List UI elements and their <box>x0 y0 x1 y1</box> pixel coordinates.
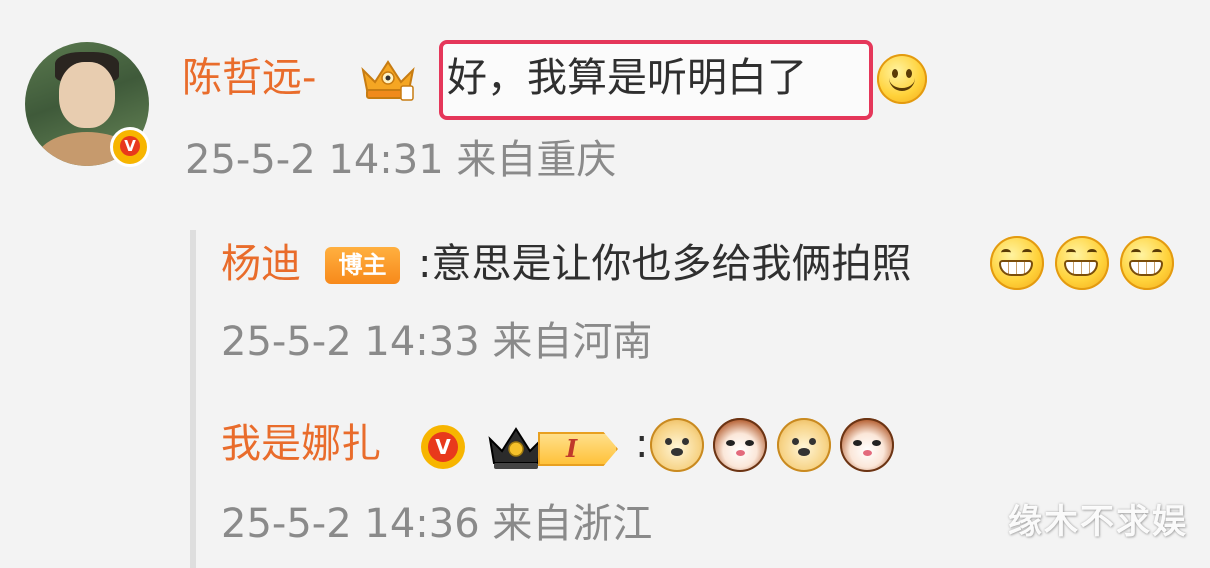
crown-icon <box>361 60 415 101</box>
host-badge: 博主 <box>325 247 400 284</box>
reply-thread-bar <box>190 230 196 568</box>
reply-text: : <box>635 421 649 467</box>
watermark: 缘木不求娱 <box>1008 502 1188 542</box>
grin-emoji-icon <box>1055 236 1109 290</box>
reply-text: :意思是让你也多给我俩拍照 <box>418 241 912 287</box>
reply-meta: 25-5-2 14:36 来自浙江 <box>221 501 653 547</box>
dog-emoji-icon <box>650 418 704 472</box>
main-comment-text: 好，我算是听明白了 <box>447 55 807 101</box>
dog-emoji-icon <box>777 418 831 472</box>
reply-username[interactable]: 我是娜扎 <box>221 420 381 468</box>
smile-emoji-icon <box>877 54 927 104</box>
crown-icon <box>488 427 544 469</box>
cat-emoji-icon <box>713 418 767 472</box>
verified-icon: V <box>110 127 150 167</box>
reply-meta: 25-5-2 14:33 来自河南 <box>221 319 653 365</box>
main-comment-username[interactable]: 陈哲远- <box>182 54 316 102</box>
verified-icon: V <box>421 425 465 469</box>
reply-username[interactable]: 杨迪 <box>221 240 301 288</box>
level-badge: I <box>538 432 618 466</box>
main-comment-meta: 25-5-2 14:31 来自重庆 <box>185 137 617 183</box>
grin-emoji-icon <box>1120 236 1174 290</box>
grin-emoji-icon <box>990 236 1044 290</box>
cat-emoji-icon <box>840 418 894 472</box>
